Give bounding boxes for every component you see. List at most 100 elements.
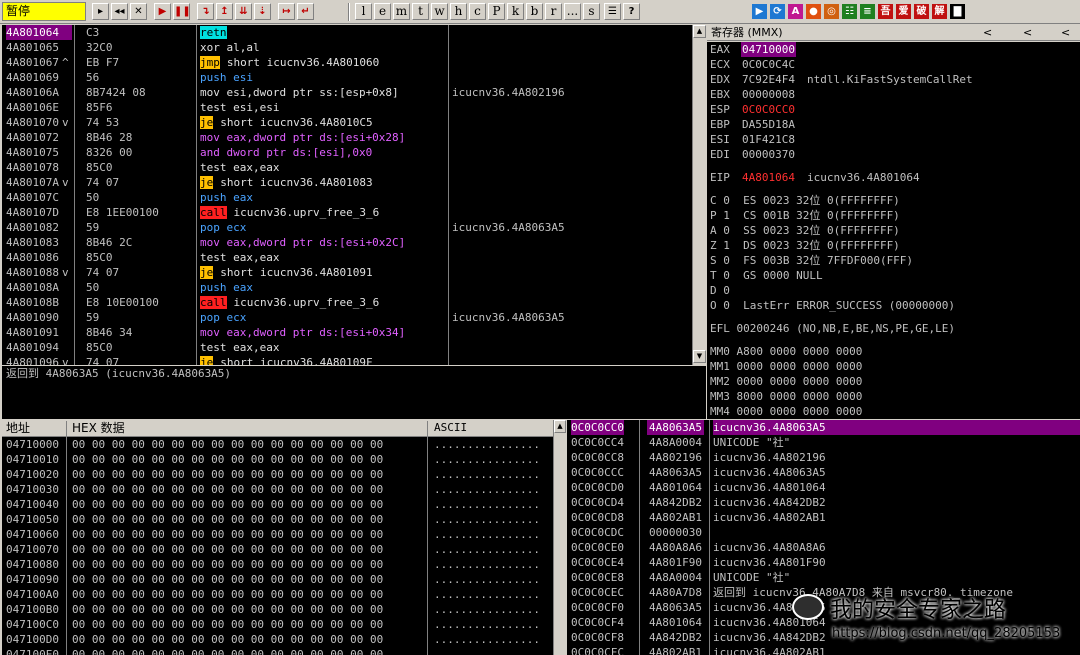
plugin-icon-6[interactable]: ≡ (860, 4, 875, 19)
plugin-icon-3[interactable]: ● (806, 4, 821, 19)
disasm-row[interactable]: 4A80107D E8 1EE00100 call icucnv36.uprv_fre… (2, 205, 692, 220)
dump-row[interactable]: 04710040 00 00 00 00 00 00 00 00 00 00 00… (2, 497, 553, 512)
disasm-row[interactable]: 4A80108B E8 10E00100 call icucnv36.uprv_fre… (2, 295, 692, 310)
dump-hex-header[interactable]: HEX 数据 (72, 420, 125, 436)
disasm-row[interactable]: 4A80107C 50 push eax (2, 190, 692, 205)
register-row[interactable]: EBX 00000008 (707, 87, 1080, 102)
register-row[interactable]: EBP DA55D18A (707, 117, 1080, 132)
register-row[interactable]: ESI 01F421C8 (707, 132, 1080, 147)
toolbar-button-3[interactable]: ▶ (154, 3, 171, 20)
disasm-row[interactable]: 4A801075 8326 00 and dword ptr ds:[esi],0x… (2, 145, 692, 160)
mmx-row[interactable]: MM2 0000 0000 0000 0000 (710, 374, 862, 389)
toolbar-window-button-P[interactable]: P (488, 3, 505, 20)
dump-row[interactable]: 04710050 00 00 00 00 00 00 00 00 00 00 00… (2, 512, 553, 527)
toolbar-button-9[interactable]: ↦ (278, 3, 295, 20)
dump-row[interactable]: 04710070 00 00 00 00 00 00 00 00 00 00 00… (2, 542, 553, 557)
register-value[interactable]: 00000008 (741, 87, 796, 102)
plugin-icon-7[interactable]: 吾 (878, 4, 893, 19)
disasm-row[interactable]: 4A801090 59 pop ecx icucnv36.4A8063A5 (2, 310, 692, 325)
plugin-icon-4[interactable]: ◎ (824, 4, 839, 19)
register-value[interactable]: 7C92E4F4 (741, 72, 796, 87)
stack-row[interactable]: 0C0C0CC8 4A802196 icucnv36.4A802196 (567, 450, 1080, 465)
dump-ascii-header[interactable]: ASCII (434, 420, 467, 436)
toolbar-button-7[interactable]: ⇊ (235, 3, 252, 20)
dump-row[interactable]: 04710090 00 00 00 00 00 00 00 00 00 00 00… (2, 572, 553, 587)
scroll-up-button[interactable]: ▲ (554, 420, 566, 433)
dump-row[interactable]: 04710010 00 00 00 00 00 00 00 00 00 00 00… (2, 452, 553, 467)
plugin-icon-11[interactable]: ▇ (950, 4, 965, 19)
disassembly-pane[interactable]: 4A801064 C3 retn 4A801065 32C0 xor al,al 4A801… (2, 25, 692, 365)
dump-row[interactable]: 04710000 00 00 00 00 00 00 00 00 00 00 00… (2, 437, 553, 452)
stack-row[interactable]: 0C0C0CD8 4A802AB1 icucnv36.4A802AB1 (567, 510, 1080, 525)
stack-row[interactable]: 0C0C0CE8 4A8A0004 UNICODE "社" (567, 570, 1080, 585)
dump-row[interactable]: 047100E0 00 00 00 00 00 00 00 00 00 00 00… (2, 647, 553, 655)
toolbar-option-button-0[interactable]: ☰ (604, 3, 621, 20)
toolbar-window-button-m[interactable]: m (393, 3, 410, 20)
disasm-row[interactable]: 4A801091 8B46 34 mov eax,dword ptr ds:[esi… (2, 325, 692, 340)
flag-row[interactable]: Z 1 DS 0023 32位 0(FFFFFFFF) (710, 238, 900, 253)
scroll-up-button[interactable]: ▲ (693, 25, 706, 38)
stack-row[interactable]: 0C0C0CD4 4A842DB2 icucnv36.4A842DB2 (567, 495, 1080, 510)
scroll-down-button[interactable]: ▼ (693, 350, 706, 363)
registers-nav-3[interactable]: < (1061, 25, 1070, 40)
disasm-row[interactable]: 4A801094 85C0 test eax,eax (2, 340, 692, 355)
stack-row[interactable]: 0C0C0CEC 4A80A7D8 返回到 icucnv36.4A80A7D8 来自… (567, 585, 1080, 600)
toolbar-window-button-t[interactable]: t (412, 3, 429, 20)
plugin-icon-1[interactable]: ⟳ (770, 4, 785, 19)
stack-row[interactable]: 0C0C0CF4 4A801064 icucnv36.4A801064 (567, 615, 1080, 630)
disasm-row[interactable]: 4A801069 56 push esi (2, 70, 692, 85)
toolbar-window-button-c[interactable]: c (469, 3, 486, 20)
disasm-row[interactable]: 4A801086 85C0 test eax,eax (2, 250, 692, 265)
mmx-row[interactable]: MM0 A800 0000 0000 0000 (710, 344, 862, 359)
flag-row[interactable]: O 0 LastErr ERROR_SUCCESS (00000000) (710, 298, 955, 313)
toolbar-window-button-k[interactable]: k (507, 3, 524, 20)
disasm-row[interactable]: 4A80108A 50 push eax (2, 280, 692, 295)
disasm-row[interactable]: 4A801072 8B46 28 mov eax,dword ptr ds:[esi… (2, 130, 692, 145)
toolbar-button-1[interactable]: ◂◂ (111, 3, 128, 20)
register-value[interactable]: 01F421C8 (741, 132, 796, 147)
plugin-icon-5[interactable]: ☷ (842, 4, 857, 19)
register-row[interactable]: ECX 0C0C0C4C (707, 57, 1080, 72)
plugin-icon-2[interactable]: A (788, 4, 803, 19)
disasm-row[interactable]: 4A80106A 8B7424 08 mov esi,dword ptr ss:[e… (2, 85, 692, 100)
toolbar-button-4[interactable]: ❚❚ (173, 3, 191, 20)
flag-row[interactable]: C 0 ES 0023 32位 0(FFFFFFFF) (710, 193, 900, 208)
toolbar-button-10[interactable]: ↵ (297, 3, 314, 20)
plugin-icon-9[interactable]: 破 (914, 4, 929, 19)
plugin-icon-0[interactable]: ▶ (752, 4, 767, 19)
register-row[interactable]: ESP 0C0C0CC0 (707, 102, 1080, 117)
dump-scrollbar[interactable]: ▲ (553, 420, 566, 655)
flag-row[interactable]: S 0 FS 003B 32位 7FFDF000(FFF) (710, 253, 913, 268)
toolbar-window-button-b[interactable]: b (526, 3, 543, 20)
disasm-row[interactable]: 4A801083 8B46 2C mov eax,dword ptr ds:[esi… (2, 235, 692, 250)
stack-row[interactable]: 0C0C0CFC 4A802AB1 icucnv36.4A802AB1 (567, 645, 1080, 655)
stack-row[interactable]: 0C0C0CD0 4A801064 icucnv36.4A801064 (567, 480, 1080, 495)
dump-addr-header[interactable]: 地址 (6, 420, 30, 436)
toolbar-window-button-w[interactable]: w (431, 3, 448, 20)
disassembly-scrollbar[interactable]: ▲ ▼ (692, 25, 706, 365)
stack-row[interactable]: 0C0C0CCC 4A8063A5 icucnv36.4A8063A5 (567, 465, 1080, 480)
stack-pane[interactable]: 0C0C0CC0 4A8063A5 icucnv36.4A8063A5 0C0C0CC… (567, 420, 1080, 655)
register-value[interactable]: 04710000 (741, 42, 796, 57)
register-value[interactable]: DA55D18A (741, 117, 796, 132)
register-value[interactable]: 4A801064 (741, 170, 796, 185)
plugin-icon-10[interactable]: 解 (932, 4, 947, 19)
dump-row[interactable]: 04710080 00 00 00 00 00 00 00 00 00 00 00… (2, 557, 553, 572)
flag-row[interactable]: A 0 SS 0023 32位 0(FFFFFFFF) (710, 223, 900, 238)
toolbar-window-button-l[interactable]: l (355, 3, 372, 20)
mmx-row[interactable]: MM4 0000 0000 0000 0000 (710, 404, 862, 419)
register-row[interactable]: EAX 04710000 (707, 42, 1080, 57)
stack-row[interactable]: 0C0C0CE4 4A801F90 icucnv36.4A801F90 (567, 555, 1080, 570)
dump-row[interactable]: 047100C0 00 00 00 00 00 00 00 00 00 00 00… (2, 617, 553, 632)
flag-row[interactable]: T 0 GS 0000 NULL (710, 268, 823, 283)
disasm-row[interactable]: 4A801096 v 74 07 je short icucnv36.4A80109F (2, 355, 692, 365)
toolbar-window-button-s[interactable]: s (583, 3, 600, 20)
dump-row[interactable]: 04710020 00 00 00 00 00 00 00 00 00 00 00… (2, 467, 553, 482)
registers-pane[interactable]: EAX 04710000 ECX 0C0C0C4C EDX 7C92E4F4 ntdll.K… (707, 42, 1080, 419)
dump-row[interactable]: 047100A0 00 00 00 00 00 00 00 00 00 00 00… (2, 587, 553, 602)
dump-row[interactable]: 047100D0 00 00 00 00 00 00 00 00 00 00 00… (2, 632, 553, 647)
toolbar-button-2[interactable]: ✕ (130, 3, 147, 20)
disasm-row[interactable]: 4A801070 v 74 53 je short icucnv36.4A8010C5 (2, 115, 692, 130)
toolbar-option-button-1[interactable]: ? (623, 3, 640, 20)
stack-row[interactable]: 0C0C0CF0 4A8063A5 icucnv36.4A8063A5 (567, 600, 1080, 615)
